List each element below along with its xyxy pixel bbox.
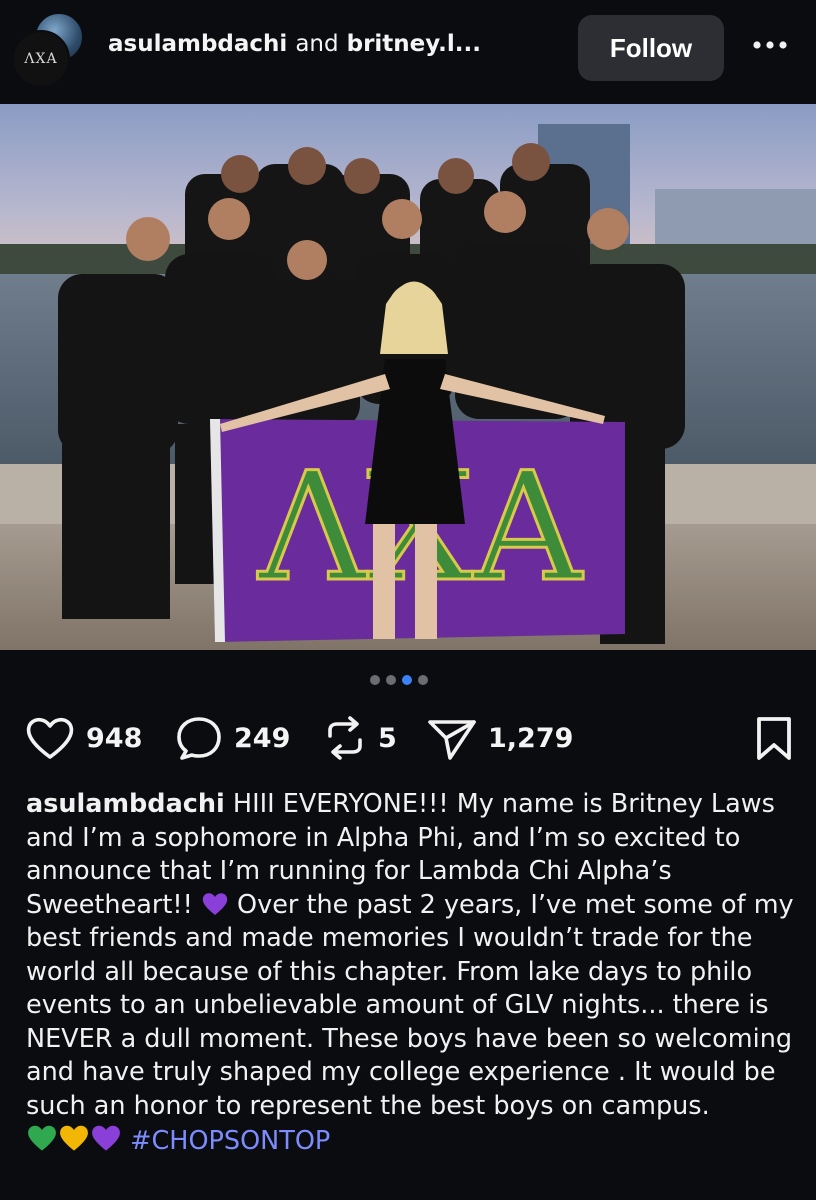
like-button[interactable]: 948 xyxy=(24,712,142,764)
author-username-2[interactable]: britney.l... xyxy=(347,31,481,57)
share-count: 1,279 xyxy=(488,722,574,754)
purple-heart-icon xyxy=(92,1125,120,1151)
post-image[interactable]: ΛΧΑ xyxy=(0,104,816,650)
avatar-asulambdachi[interactable]: ΛΧΑ xyxy=(12,30,70,88)
comment-button[interactable]: 249 xyxy=(174,712,290,764)
avatar-logo-text: ΛΧΑ xyxy=(24,51,58,67)
more-options-icon[interactable] xyxy=(752,40,788,50)
like-count: 948 xyxy=(86,722,143,754)
carousel-indicator xyxy=(370,675,428,685)
post-caption: asulambdachi HIII EVERYONE!!! My name is… xyxy=(26,788,796,1159)
send-icon xyxy=(428,720,476,760)
post-actions: 948 249 5 1,279 xyxy=(24,712,794,768)
comment-count: 249 xyxy=(234,722,291,754)
post-authors[interactable]: asulambdachi and britney.l... xyxy=(108,31,481,57)
author-connector: and xyxy=(295,31,339,57)
author-username-1[interactable]: asulambdachi xyxy=(108,31,287,57)
carousel-dot xyxy=(370,675,380,685)
repost-count: 5 xyxy=(378,722,397,754)
group-photo: ΛΧΑ xyxy=(0,104,816,650)
carousel-dot xyxy=(418,675,428,685)
post-header: ΛΧΑ asulambdachi and britney.l... Follow xyxy=(0,0,816,104)
avatar-group[interactable]: ΛΧΑ xyxy=(12,12,88,88)
yellow-heart-icon xyxy=(60,1125,88,1151)
repost-button[interactable]: 5 xyxy=(322,712,397,764)
carousel-dot-active xyxy=(402,675,412,685)
follow-button[interactable]: Follow xyxy=(578,15,724,81)
purple-heart-icon xyxy=(202,892,228,915)
carousel-dot xyxy=(386,675,396,685)
caption-text-2: Over the past 2 years, I’ve met some of … xyxy=(26,889,794,1121)
comment-bubble-icon xyxy=(177,717,221,760)
caption-username[interactable]: asulambdachi xyxy=(26,789,225,819)
bookmark-icon[interactable] xyxy=(754,716,794,762)
repost-icon xyxy=(328,716,362,760)
green-heart-icon xyxy=(28,1125,56,1151)
heart-icon xyxy=(26,717,74,759)
hashtag-link[interactable]: #CHOPSONTOP xyxy=(130,1126,330,1156)
share-button[interactable]: 1,279 xyxy=(426,712,573,764)
